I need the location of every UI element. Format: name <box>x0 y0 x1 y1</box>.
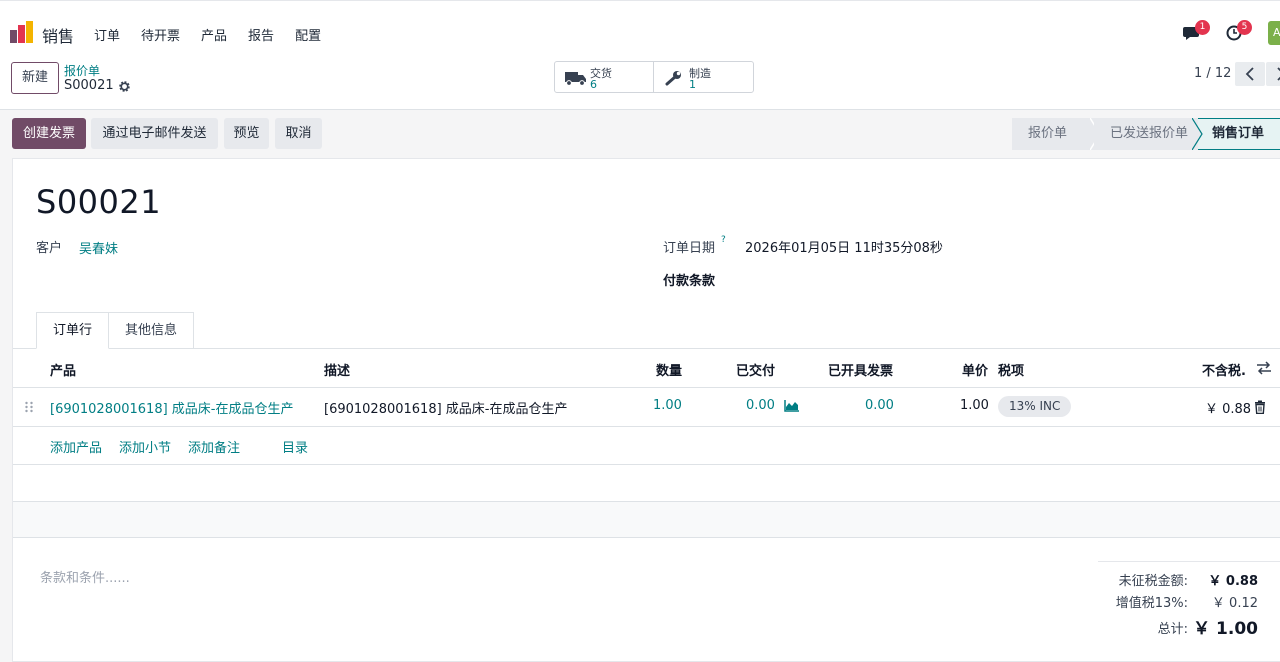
cancel-button[interactable]: 取消 <box>275 118 322 149</box>
row-subtotal: ￥ 0.88 <box>1205 402 1252 417</box>
pager-next-button[interactable] <box>1266 62 1280 86</box>
row-divider <box>13 464 1280 465</box>
send-by-email-button[interactable]: 通过电子邮件发送 <box>91 118 218 149</box>
untaxed-amount-label: 未征税金额: <box>1118 574 1188 589</box>
menu-products[interactable]: 产品 <box>201 25 227 44</box>
add-note-link[interactable]: 添加备注 <box>188 437 240 456</box>
row-unit-price[interactable]: 1.00 <box>960 398 989 413</box>
truck-icon <box>565 72 586 86</box>
customer-label: 客户 <box>36 241 63 256</box>
pager-previous-button[interactable] <box>1235 62 1265 86</box>
row-invoiced[interactable]: 0.00 <box>865 398 894 413</box>
vat-value: ￥ 0.12 <box>1211 596 1258 611</box>
untaxed-amount-value: ￥ 0.88 <box>1208 574 1258 589</box>
messages-badge: 1 <box>1195 20 1210 35</box>
column-product[interactable]: 产品 <box>50 360 76 379</box>
preview-button[interactable]: 预览 <box>224 118 269 149</box>
vat-label: 增值税13%: <box>1115 596 1188 611</box>
form-sheet: S00021 客户 吴春妹 订单日期 ? 2026年01月05日 11时35分0… <box>12 158 1280 662</box>
tab-order-lines[interactable]: 订单行 <box>36 312 109 349</box>
table-header-divider <box>13 387 1280 388</box>
main-menu: 订单 待开票 产品 报告 配置 <box>94 25 342 44</box>
row-quantity[interactable]: 1.00 <box>653 398 682 413</box>
forecast-chart-icon[interactable] <box>784 399 800 412</box>
order-date-label: 订单日期 <box>663 241 716 256</box>
optional-columns-icon[interactable] <box>1256 361 1272 375</box>
sales-app-icon[interactable] <box>10 21 34 43</box>
catalog-link[interactable]: 目录 <box>282 437 308 456</box>
column-taxes[interactable]: 税项 <box>998 360 1024 379</box>
delivery-smart-button[interactable]: 交货 6 <box>554 61 654 93</box>
menu-reporting[interactable]: 报告 <box>248 25 274 44</box>
column-delivered[interactable]: 已交付 <box>736 360 775 379</box>
row-product[interactable]: [6901028001618] 成品床-在成品仓生产 <box>50 398 294 417</box>
new-button[interactable]: 新建 <box>11 62 59 94</box>
total-value: ￥ 1.00 <box>1193 619 1258 639</box>
top-navbar: 销售 订单 待开票 产品 报告 配置 1 5 A <box>0 0 1280 52</box>
wrench-icon <box>665 71 681 86</box>
tab-other-info[interactable]: 其他信息 <box>109 312 194 349</box>
stage-quotation[interactable]: 报价单 <box>1012 118 1094 150</box>
terms-and-conditions-field[interactable]: 条款和条件...... <box>40 567 130 586</box>
row-description[interactable]: [6901028001618] 成品床-在成品仓生产 <box>324 398 568 417</box>
row-delivered[interactable]: 0.00 <box>746 398 775 413</box>
menu-to-invoice[interactable]: 待开票 <box>141 25 180 44</box>
app-name[interactable]: 销售 <box>42 23 74 47</box>
activities-badge: 5 <box>1237 20 1252 35</box>
menu-orders[interactable]: 订单 <box>94 25 120 44</box>
create-invoice-button[interactable]: 创建发票 <box>12 118 86 149</box>
row-divider <box>13 501 1280 502</box>
chevron-left-icon <box>1245 67 1254 81</box>
breadcrumb-current: S00021 <box>64 78 114 93</box>
column-invoiced[interactable]: 已开具发票 <box>828 360 893 379</box>
manufacturing-smart-button[interactable]: 制造 1 <box>653 61 754 93</box>
trash-icon[interactable] <box>1254 400 1266 414</box>
stage-sales-order: 销售订单 <box>1198 118 1280 150</box>
add-section-link[interactable]: 添加小节 <box>119 437 171 456</box>
help-tooltip[interactable]: ? <box>721 235 726 245</box>
order-date-field[interactable]: 2026年01月05日 11时35分08秒 <box>745 237 943 256</box>
stage-quotation-sent[interactable]: 已发送报价单 <box>1094 118 1198 150</box>
menu-configuration[interactable]: 配置 <box>295 25 321 44</box>
user-avatar[interactable]: A <box>1268 21 1280 45</box>
record-name: S00021 <box>36 183 162 221</box>
column-subtotal[interactable]: 不含税. <box>1202 360 1246 379</box>
payment-terms-label: 付款条款 <box>663 274 716 289</box>
column-description[interactable]: 描述 <box>324 360 350 379</box>
total-label: 总计: <box>1157 622 1188 637</box>
empty-row <box>13 501 1280 537</box>
column-unit-price[interactable]: 单价 <box>962 360 988 379</box>
form-statusbar: 创建发票 通过电子邮件发送 预览 取消 报价单 已发送报价单 销售订单 <box>0 110 1280 158</box>
row-divider <box>13 537 1280 538</box>
control-panel: 新建 报价单 S00021 交货 6 制造 1 1 / 12 <box>0 52 1280 110</box>
manufacturing-count: 1 <box>689 78 696 91</box>
customer-field[interactable]: 吴春妹 <box>79 238 118 257</box>
stage-pipeline: 报价单 已发送报价单 销售订单 <box>1012 118 1280 150</box>
column-quantity[interactable]: 数量 <box>656 360 682 379</box>
tabs-divider <box>13 348 1280 349</box>
chevron-right-icon <box>1277 67 1280 81</box>
delivery-count: 6 <box>590 78 597 91</box>
gear-icon[interactable] <box>118 80 131 93</box>
pager-value[interactable]: 1 / 12 <box>1194 66 1231 81</box>
drag-handle-icon[interactable] <box>24 401 34 413</box>
totals-summary: 未征税金额: ￥ 0.88 增值税13%: ￥ 0.12 总计: ￥ 1.00 <box>1098 561 1280 639</box>
stage-separator-active <box>1192 118 1203 150</box>
row-divider <box>13 426 1280 427</box>
tax-tag[interactable]: 13% INC <box>998 396 1072 417</box>
add-product-link[interactable]: 添加产品 <box>50 437 102 456</box>
breadcrumb-parent[interactable]: 报价单 <box>64 62 100 79</box>
